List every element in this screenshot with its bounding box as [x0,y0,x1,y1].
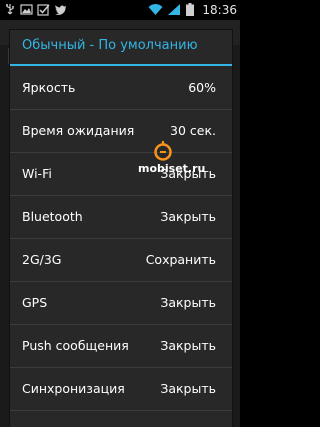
setting-label: Яркость [22,80,76,95]
phone-screen: 18:36 Обычный - По умолчанию Яркость 60%… [0,0,240,427]
status-bar: 18:36 [0,0,240,20]
setting-row-sync[interactable]: Синхронизация Закрыть [10,368,232,411]
twitter-icon [55,5,66,15]
setting-row-brightness[interactable]: Яркость 60% [10,67,232,110]
setting-value: Закрыть [160,338,216,353]
setting-row-push[interactable]: Push сообщения Закрыть [10,325,232,368]
setting-value: 30 сек. [170,123,216,138]
setting-label: GPS [22,295,48,310]
wifi-icon [148,4,163,15]
signal-icon [168,4,180,15]
setting-row-bluetooth[interactable]: Bluetooth Закрыть [10,196,232,239]
dialog-title: Обычный - По умолчанию [22,38,198,53]
setting-value: Закрыть [160,381,216,396]
profile-dialog: Обычный - По умолчанию Яркость 60% Время… [10,30,232,427]
watermark-text: mobiset.ru [138,162,206,175]
setting-label: 2G/3G [22,252,62,267]
setting-label: Время ожидания [22,123,135,138]
setting-value: Закрыть [160,295,216,310]
setting-label: Синхронизация [22,381,125,396]
setting-value: Сохранить [145,252,216,267]
battery-icon [186,3,194,16]
setting-label: Wi-Fi [22,166,52,181]
setting-label: Push сообщения [22,338,129,353]
setting-row-gps[interactable]: GPS Закрыть [10,282,232,325]
setting-value: 60% [188,80,216,95]
watermark: mobiset.ru [138,140,234,180]
usb-icon [6,4,14,15]
setting-row-2g3g[interactable]: 2G/3G Сохранить [10,239,232,282]
setting-label: Bluetooth [22,209,83,224]
settings-list: Яркость 60% Время ожидания 30 сек. Wi-Fi… [10,67,232,411]
status-time: 18:36 [202,3,237,17]
dialog-title-divider [10,64,232,66]
image-icon [20,4,33,15]
dialog-title-bar: Обычный - По умолчанию [10,30,232,64]
checkbox-icon [37,4,50,16]
mobiset-logo-icon [154,141,172,161]
setting-value: Закрыть [160,209,216,224]
